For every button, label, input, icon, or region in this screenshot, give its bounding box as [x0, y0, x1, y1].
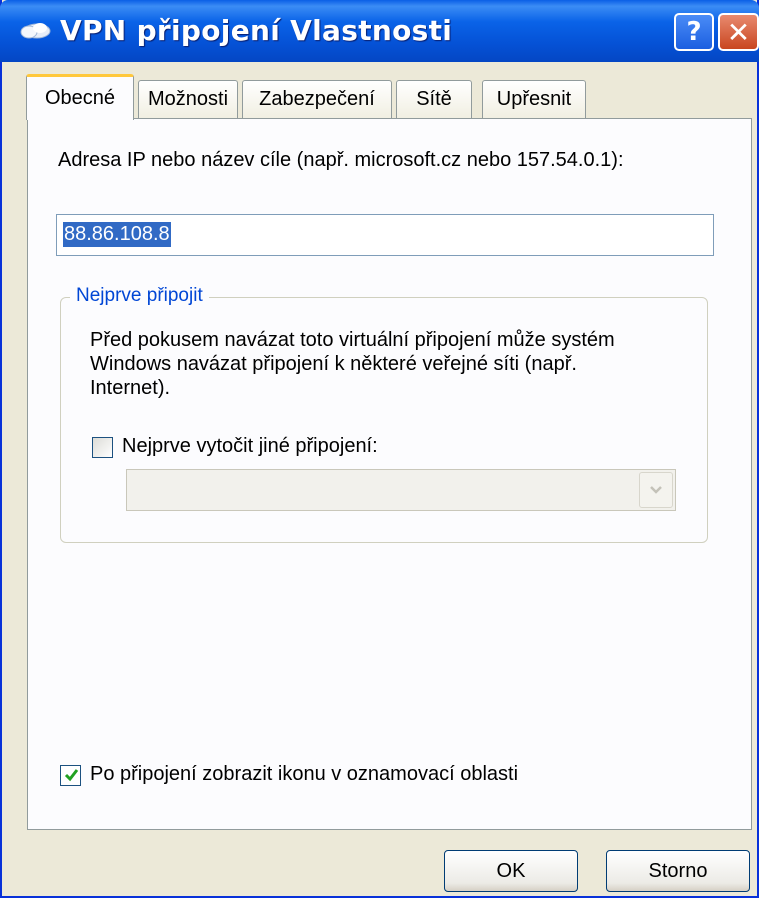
dial-first-label[interactable]: Nejprve vytočit jiné připojení: — [122, 435, 378, 458]
tab-options[interactable]: Možnosti — [138, 80, 238, 118]
help-button[interactable]: ? — [674, 13, 714, 51]
show-icon-label[interactable]: Po připojení zobrazit ikonu v oznamovací… — [90, 763, 518, 786]
window-title: VPN připojení Vlastnosti — [60, 14, 453, 47]
dial-connection-select[interactable] — [126, 469, 676, 511]
properties-dialog: VPN připojení Vlastnosti ? ✕ Obecné Možn… — [0, 0, 759, 898]
chevron-down-icon — [650, 486, 662, 494]
tab-general[interactable]: Obecné — [26, 74, 134, 120]
first-connect-group-title: Nejprve připojit — [70, 285, 209, 307]
title-bar[interactable]: VPN připojení Vlastnosti ? ✕ — [0, 0, 759, 62]
ok-button[interactable]: OK — [444, 850, 578, 892]
tab-advanced[interactable]: Upřesnit — [482, 80, 586, 118]
help-icon: ? — [686, 17, 702, 47]
tab-panel-general: Adresa IP nebo název cíle (např. microso… — [27, 118, 752, 830]
tab-networking[interactable]: Sítě — [396, 80, 472, 118]
cancel-button[interactable]: Storno — [606, 850, 750, 892]
dial-connection-dropdown-button[interactable] — [639, 472, 673, 508]
first-connect-description-line-3: Internet). — [90, 377, 171, 399]
address-label: Adresa IP nebo název cíle (např. microso… — [58, 149, 624, 171]
show-icon-checkbox[interactable] — [60, 765, 81, 786]
dial-first-checkbox[interactable] — [92, 437, 113, 458]
address-value: 88.86.108.8 — [63, 222, 171, 247]
first-connect-description-line-1: Před pokusem navázat toto virtuální přip… — [90, 329, 615, 351]
close-icon: ✕ — [726, 15, 751, 49]
first-connect-description-line-2: Windows navázat připojení k některé veře… — [90, 353, 577, 375]
vpn-connection-icon — [20, 23, 51, 39]
close-button[interactable]: ✕ — [718, 13, 759, 51]
address-input[interactable]: 88.86.108.8 — [56, 214, 714, 256]
checkmark-icon — [64, 769, 79, 782]
tab-security[interactable]: Zabezpečení — [242, 80, 392, 118]
